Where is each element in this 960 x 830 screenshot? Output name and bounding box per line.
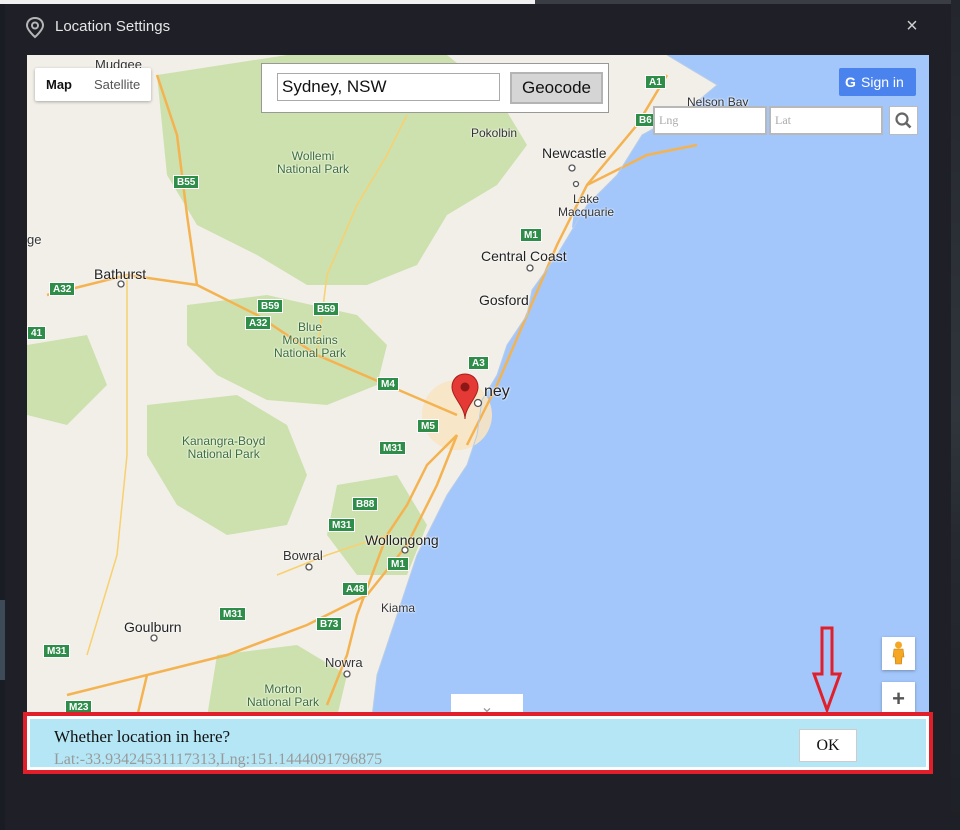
map-marker-icon[interactable]: [451, 373, 479, 421]
title-bar[interactable]: Location Settings ×: [5, 4, 951, 50]
google-map[interactable]: Mudgee Bathurst Wollemi National Park Bl…: [27, 55, 929, 717]
geocode-panel: Geocode: [261, 63, 609, 113]
street-view-button[interactable]: [882, 637, 915, 670]
location-settings-dialog: Location Settings × Mudgee Bathurst Woll…: [5, 4, 951, 830]
confirm-question: Whether location in here?: [54, 727, 231, 746]
map-type-satellite-button[interactable]: Satellite: [83, 68, 151, 101]
geocode-address-input[interactable]: [277, 73, 500, 101]
sign-in-button[interactable]: G Sign in: [839, 68, 916, 96]
map-type-map-button[interactable]: Map: [35, 68, 83, 101]
sign-in-label: Sign in: [861, 74, 904, 90]
confirm-bar-inner: Whether location in here? Lat:-33.934245…: [30, 719, 926, 768]
dialog-title: Location Settings: [55, 18, 171, 35]
close-icon: ×: [906, 15, 918, 37]
close-button[interactable]: ×: [901, 15, 923, 37]
ok-button[interactable]: OK: [799, 729, 857, 762]
geocode-button[interactable]: Geocode: [510, 72, 603, 104]
lat-input[interactable]: [769, 106, 883, 135]
confirm-latlng: Lat:-33.93424531117313,Lng:151.144409179…: [54, 751, 383, 768]
zoom-in-button[interactable]: +: [882, 682, 915, 715]
map-type-control: Map Satellite: [35, 68, 152, 101]
lng-input[interactable]: [653, 106, 767, 135]
location-confirm-bar: Whether location in here? Lat:-33.934245…: [23, 712, 933, 774]
desktop-right-strip: [951, 0, 960, 830]
search-icon: [895, 112, 912, 129]
google-icon: G: [845, 74, 856, 90]
plus-icon: +: [892, 686, 905, 711]
street-view-pegman-icon: [892, 641, 905, 665]
down-arrow-icon: [812, 626, 842, 714]
location-pin-icon: [25, 17, 45, 39]
coordinate-search-button[interactable]: [889, 106, 918, 135]
